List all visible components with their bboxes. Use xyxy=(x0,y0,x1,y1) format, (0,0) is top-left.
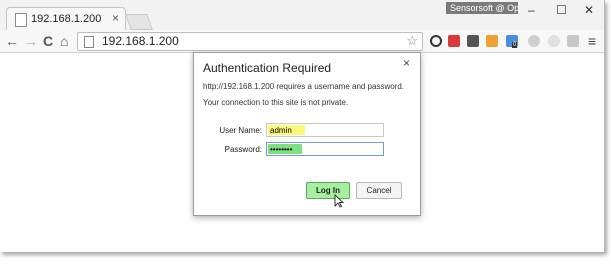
page-icon xyxy=(84,36,94,48)
username-input[interactable] xyxy=(267,124,383,136)
red-extension-icon[interactable] xyxy=(448,35,460,47)
circle-icon[interactable] xyxy=(548,35,560,47)
lock-badge-icon[interactable]: 0 xyxy=(506,35,518,48)
forward-icon[interactable]: → xyxy=(24,33,38,49)
info-icon[interactable] xyxy=(430,35,442,47)
browser-window: 192.168.1.200 × Sensorsoft @ Opto... – ☐… xyxy=(0,0,605,252)
close-icon[interactable]: × xyxy=(403,56,410,70)
orange-extension-icon[interactable] xyxy=(486,35,498,47)
puzzle-icon[interactable] xyxy=(467,35,479,47)
address-bar[interactable]: 192.168.1.200 ☆ xyxy=(77,32,423,51)
page-icon xyxy=(15,13,27,27)
new-tab-button[interactable] xyxy=(125,14,153,30)
tab-title: 192.168.1.200 xyxy=(31,13,102,25)
password-label: Password: xyxy=(224,145,262,154)
profile-label[interactable]: Sensorsoft @ Opto... xyxy=(446,2,518,14)
username-label: User Name: xyxy=(219,126,262,135)
badge-count: 0 xyxy=(512,42,518,48)
menu-icon[interactable]: ≡ xyxy=(588,33,596,49)
password-input[interactable] xyxy=(267,143,383,155)
username-field[interactable] xyxy=(266,123,384,137)
privacy-note: Your connection to this site is not priv… xyxy=(203,98,349,107)
home-icon[interactable]: ⌂ xyxy=(60,33,68,49)
title-bar: 192.168.1.200 × Sensorsoft @ Opto... – ☐… xyxy=(0,0,604,31)
dialog-title: Authentication Required xyxy=(203,61,332,75)
address-text: 192.168.1.200 xyxy=(102,34,179,48)
moon-icon[interactable] xyxy=(528,35,540,47)
minimize-icon[interactable]: – xyxy=(528,3,535,17)
close-window-icon[interactable]: ✕ xyxy=(584,3,594,17)
tab-close-icon[interactable]: × xyxy=(112,11,119,25)
browser-tab[interactable]: 192.168.1.200 × xyxy=(6,7,126,31)
back-icon[interactable]: ← xyxy=(5,33,19,49)
password-field[interactable] xyxy=(266,142,384,156)
dialog-message: http://192.168.1.200 requires a username… xyxy=(203,82,405,91)
mouse-cursor-icon xyxy=(334,194,344,208)
star-icon[interactable]: ☆ xyxy=(406,33,418,49)
maximize-icon[interactable]: ☐ xyxy=(556,3,567,17)
reload-icon[interactable]: C xyxy=(43,33,53,49)
cancel-button[interactable]: Cancel xyxy=(356,182,402,199)
toolbar: ← → C ⌂ 192.168.1.200 ☆ 0 ≡ xyxy=(0,30,604,53)
arrow-icon[interactable] xyxy=(567,35,579,47)
auth-dialog: × Authentication Required http://192.168… xyxy=(193,52,421,216)
